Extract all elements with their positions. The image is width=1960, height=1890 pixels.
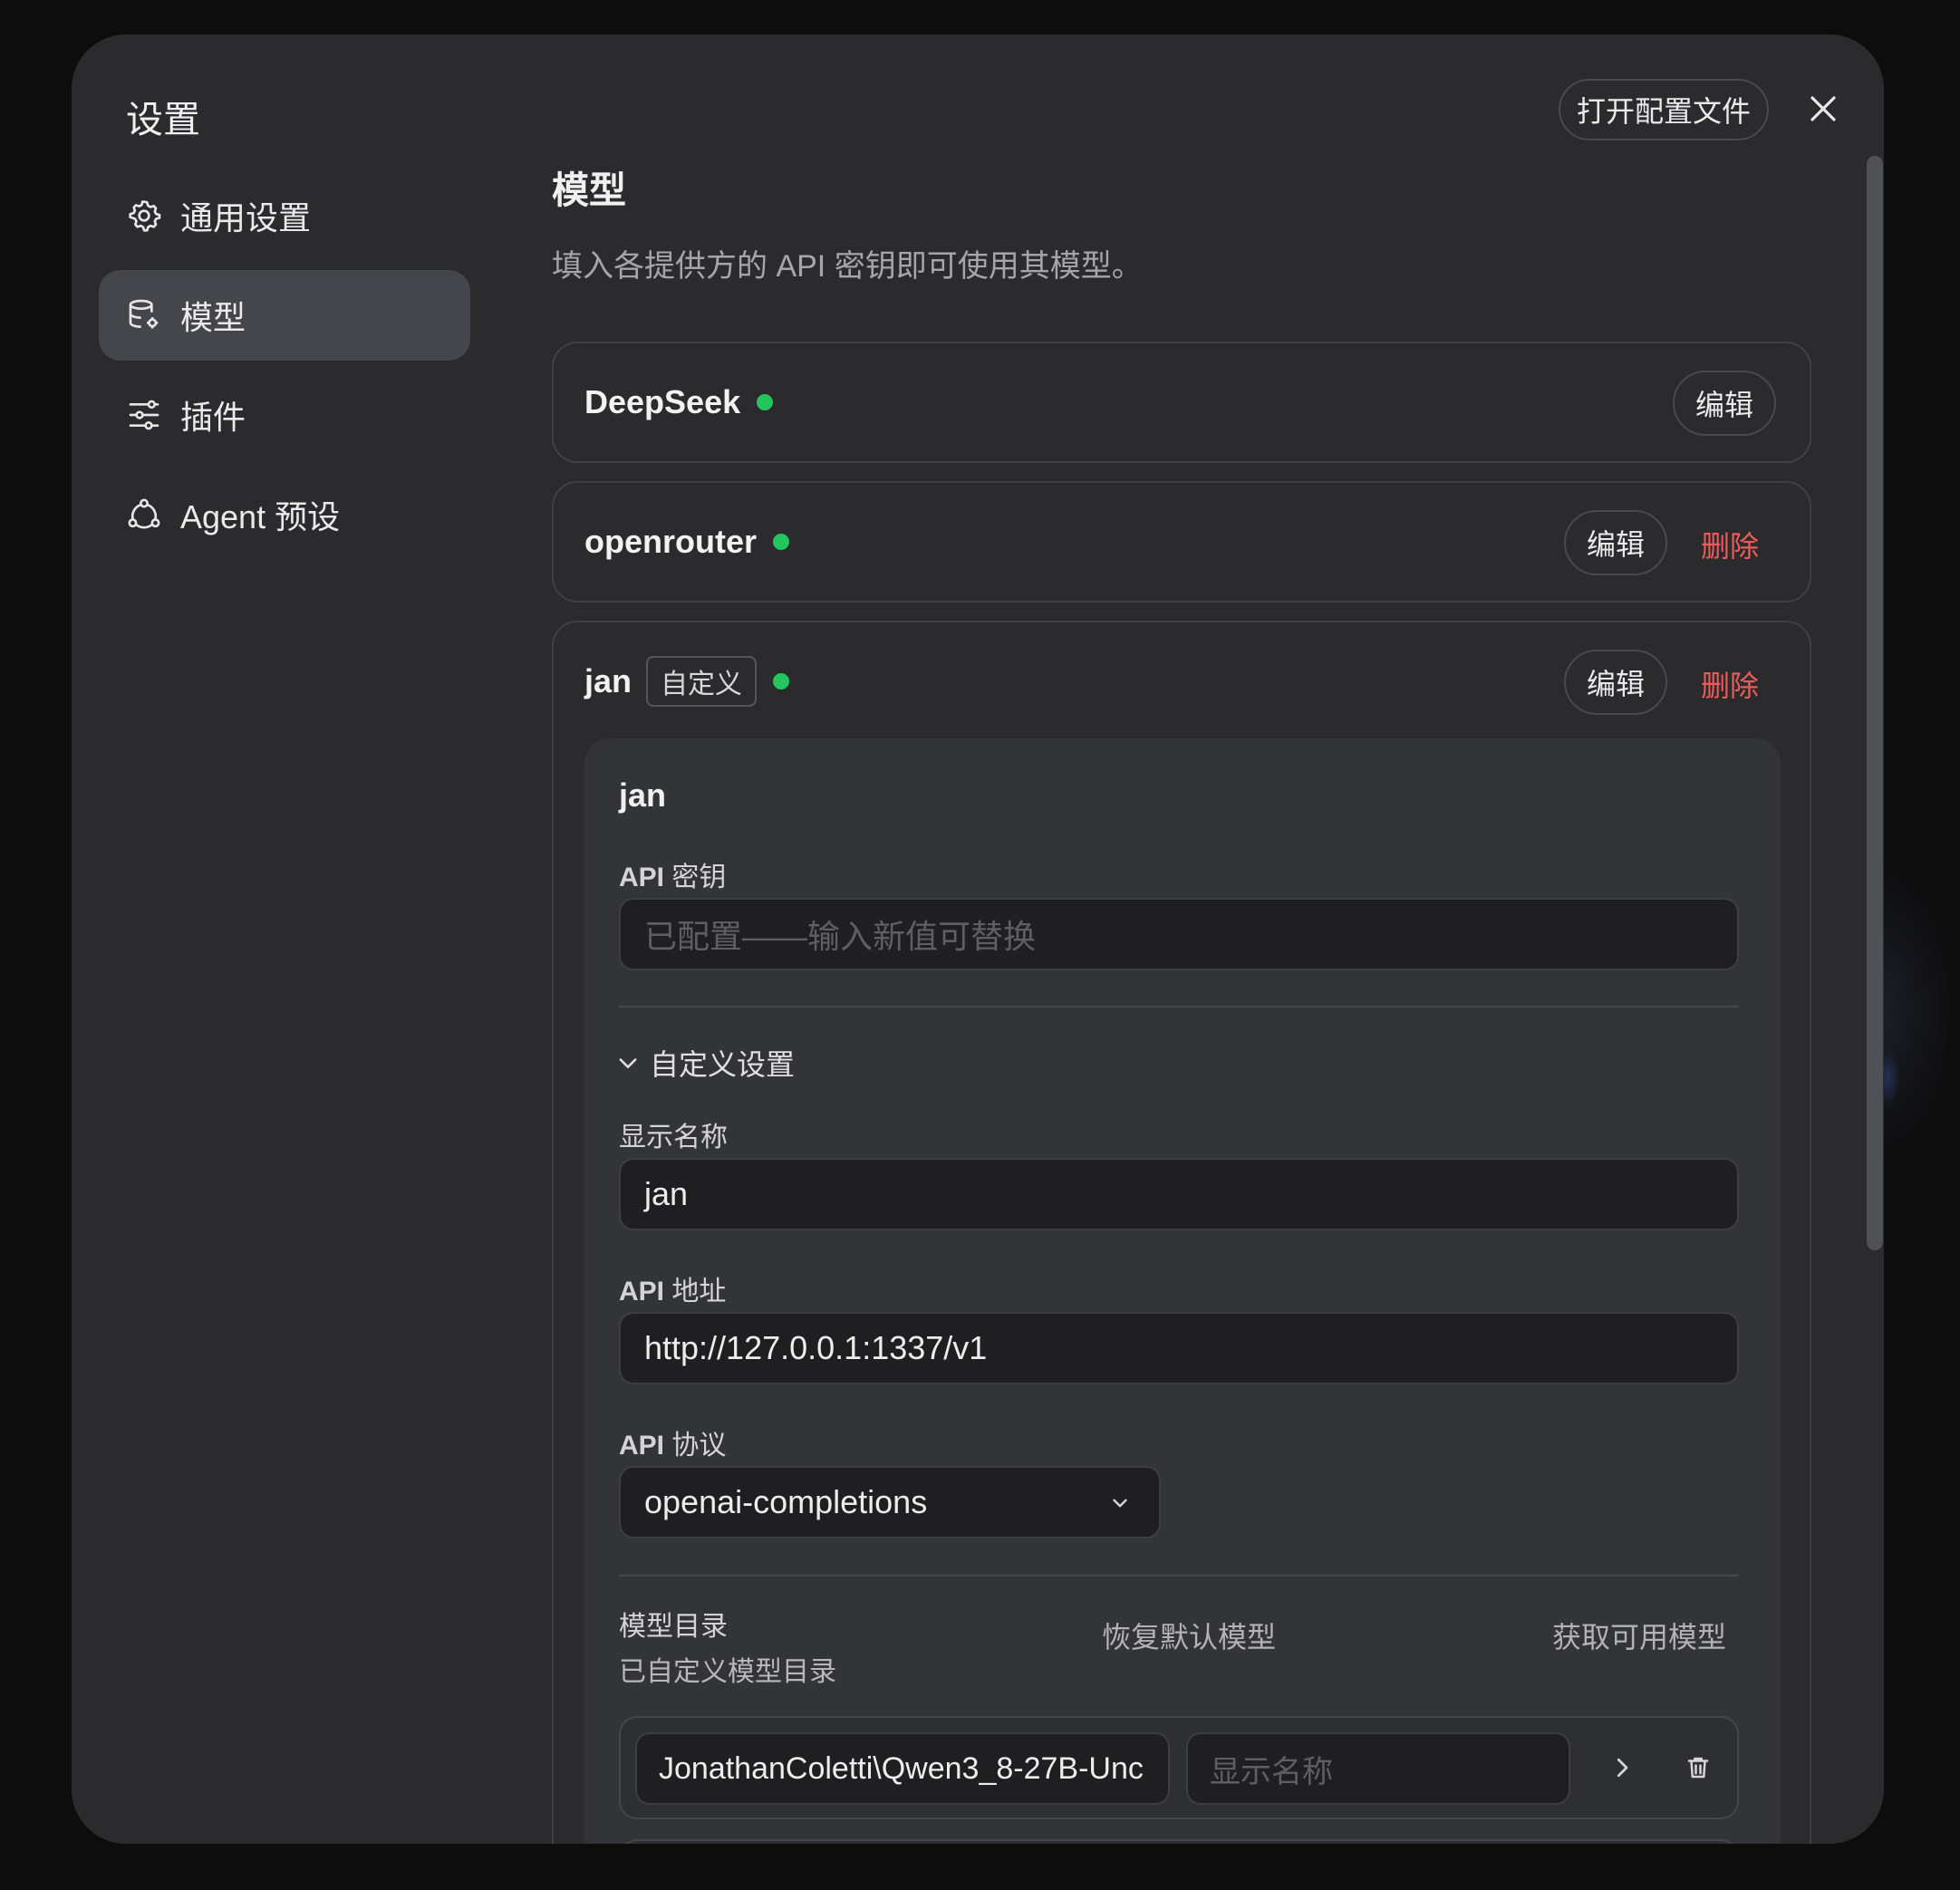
catalog-row bbox=[619, 1839, 1739, 1844]
sidebar-item-label: 模型 bbox=[180, 299, 246, 336]
api-url-input[interactable]: http://127.0.0.1:1337/v1 bbox=[619, 1312, 1739, 1384]
sidebar-item-label: 通用设置 bbox=[180, 199, 312, 236]
catalog-label: 模型目录 bbox=[619, 1612, 728, 1642]
status-dot bbox=[773, 534, 790, 550]
status-dot bbox=[757, 394, 774, 410]
chevron-down-icon bbox=[615, 1050, 641, 1075]
custom-tag: 自定义 bbox=[646, 656, 758, 707]
catalog-row: JonathanColetti\Qwen3_8-27B-Unc 显示名称 bbox=[619, 1716, 1739, 1819]
sidebar-item-general[interactable]: 通用设置 bbox=[99, 170, 470, 261]
settings-dialog: 设置 打开配置文件 通用设置 模型 插件 Agent 预设 模型 填入各提供方的… bbox=[72, 34, 1884, 1844]
models-panel: 模型 填入各提供方的 API 密钥即可使用其模型。 DeepSeek 编辑 op… bbox=[552, 34, 1820, 1844]
edit-button[interactable]: 编辑 bbox=[1564, 650, 1667, 715]
delete-button[interactable]: 删除 bbox=[1701, 663, 1759, 705]
settings-sidebar: 通用设置 模型 插件 Agent 预设 bbox=[99, 170, 470, 569]
status-dot bbox=[773, 673, 790, 689]
edit-button[interactable]: 编辑 bbox=[1673, 371, 1776, 436]
dialog-title: 设置 bbox=[126, 99, 200, 140]
chevron-down-icon bbox=[1108, 1491, 1132, 1515]
scrollbar[interactable] bbox=[1867, 156, 1883, 1250]
model-id-input[interactable]: JonathanColetti\Qwen3_8-27B-Unc bbox=[635, 1732, 1170, 1805]
divider bbox=[619, 1006, 1739, 1008]
sidebar-item-label: Agent 预设 bbox=[180, 498, 341, 535]
provider-card-deepseek: DeepSeek 编辑 bbox=[552, 342, 1811, 463]
form-title: jan bbox=[619, 776, 667, 814]
display-name-label: 显示名称 bbox=[619, 1123, 728, 1152]
sliders-icon bbox=[126, 397, 162, 433]
api-key-input[interactable]: 已配置——输入新值可替换 bbox=[619, 898, 1739, 970]
display-name-input[interactable]: jan bbox=[619, 1158, 1739, 1230]
gear-icon bbox=[126, 198, 162, 234]
delete-button[interactable]: 删除 bbox=[1701, 524, 1759, 565]
chevron-right-icon[interactable] bbox=[1608, 1754, 1636, 1781]
provider-name: jan bbox=[584, 662, 632, 699]
provider-card-openrouter: openrouter 编辑 删除 bbox=[552, 481, 1811, 603]
model-display-name-input[interactable]: 显示名称 bbox=[1186, 1732, 1570, 1805]
api-protocol-label: API 协议 bbox=[619, 1431, 727, 1461]
sidebar-item-plugins[interactable]: 插件 bbox=[99, 370, 470, 460]
provider-name: openrouter bbox=[584, 523, 758, 560]
provider-name: DeepSeek bbox=[584, 383, 741, 420]
section-description: 填入各提供方的 API 密钥即可使用其模型。 bbox=[552, 249, 1143, 284]
provider-edit-form: jan API 密钥 已配置——输入新值可替换 自定义设置 显示名称 jan A… bbox=[584, 738, 1781, 1844]
divider bbox=[619, 1575, 1739, 1577]
catalog-subtitle: 已自定义模型目录 bbox=[619, 1657, 836, 1687]
restore-default-models-button[interactable]: 恢复默认模型 bbox=[1102, 1615, 1276, 1656]
database-gear-icon bbox=[126, 297, 162, 333]
sidebar-item-label: 插件 bbox=[180, 399, 246, 436]
edit-button[interactable]: 编辑 bbox=[1564, 510, 1667, 575]
api-url-label: API 地址 bbox=[619, 1277, 727, 1307]
api-protocol-value: openai-completions bbox=[644, 1483, 928, 1520]
trash-icon[interactable] bbox=[1685, 1754, 1712, 1781]
provider-card-jan: jan 自定义 编辑 删除 jan API 密钥 已配置——输入新值可替换 自定… bbox=[552, 621, 1811, 1844]
custom-settings-toggle[interactable]: 自定义设置 bbox=[615, 1042, 795, 1084]
api-protocol-select[interactable]: openai-completions bbox=[619, 1466, 1161, 1538]
fetch-available-models-button[interactable]: 获取可用模型 bbox=[1552, 1615, 1726, 1656]
sidebar-item-models[interactable]: 模型 bbox=[99, 270, 470, 361]
api-key-label: API 密钥 bbox=[619, 863, 727, 892]
section-title: 模型 bbox=[552, 169, 626, 211]
custom-settings-label: 自定义设置 bbox=[650, 1048, 796, 1081]
sidebar-item-agent-presets[interactable]: Agent 预设 bbox=[99, 469, 470, 560]
agent-icon bbox=[126, 497, 162, 533]
